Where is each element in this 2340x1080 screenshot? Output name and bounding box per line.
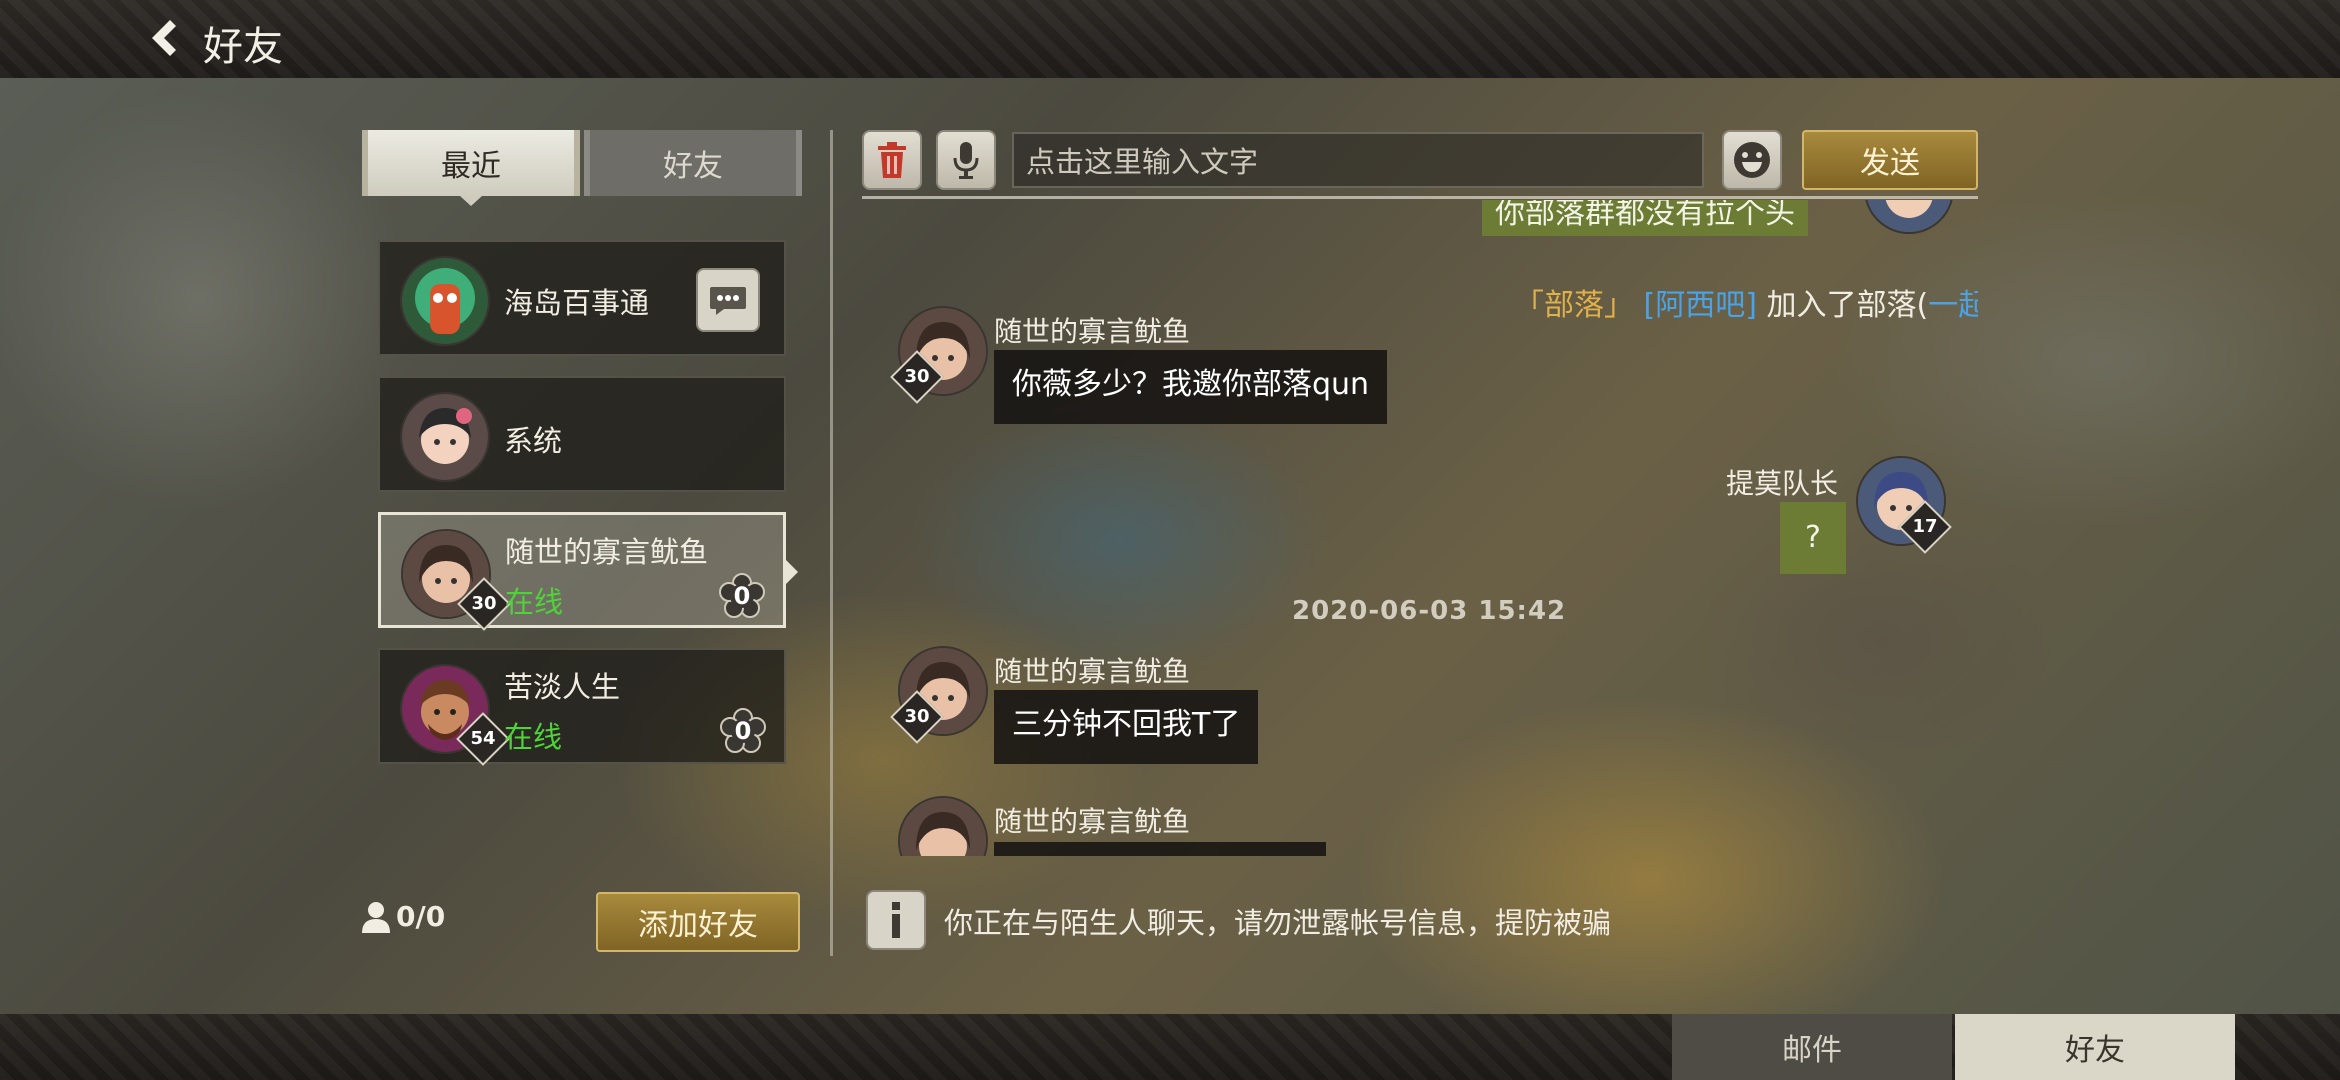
tab-mail[interactable]: 邮件: [1672, 1014, 1952, 1080]
message-bubble-partial: 你部落群都没有拉个头: [1482, 200, 1808, 236]
delete-button[interactable]: [862, 130, 922, 190]
send-button[interactable]: 发送: [1802, 130, 1978, 190]
online-status: 在线: [504, 720, 563, 754]
chat-history[interactable]: 你部落群都没有拉个头 「部落」 [阿西吧] 加入了部落(一起欢迎吧~) 30 随…: [862, 200, 1978, 856]
tab-friends[interactable]: 好友: [584, 130, 802, 196]
avatar: [400, 392, 490, 482]
flower-count-badge: 0: [720, 708, 766, 754]
contact-item-island-guide[interactable]: 海岛百事通: [378, 240, 786, 356]
message-bubble-partial: [994, 842, 1326, 856]
contact-item-system[interactable]: 系统: [378, 376, 786, 492]
microphone-icon: [953, 142, 979, 179]
message-sender: 随世的寡言鱿鱼: [994, 655, 1191, 688]
message-bubble: ?: [1780, 502, 1846, 574]
voice-button[interactable]: [936, 130, 996, 190]
guild-tag: 「部落」: [1514, 288, 1634, 323]
message-bubble: 三分钟不回我T了: [994, 690, 1259, 764]
active-tab-pointer: [460, 196, 482, 206]
tab-recent[interactable]: 最近: [362, 130, 580, 196]
avatar: [400, 256, 490, 346]
message-sender: 提莫队长: [1726, 467, 1839, 500]
message-avatar[interactable]: [898, 796, 988, 856]
page-title: 好友: [203, 24, 283, 70]
message-sender: 随世的寡言鱿鱼: [994, 315, 1191, 348]
message-timestamp: 2020-06-03 15:42: [1292, 596, 1567, 626]
trash-icon: [878, 142, 906, 178]
message-bubble: 你薇多少？我邀你部落qun: [994, 350, 1388, 424]
contact-item-selected[interactable]: 30 随世的寡言鱿鱼 在线 0: [378, 512, 786, 631]
contact-item-bitter-life[interactable]: 54 苦淡人生 在线 0: [378, 648, 786, 766]
contact-name: 海岛百事通: [504, 286, 650, 320]
panel-divider: [830, 130, 833, 956]
person-icon: [362, 901, 390, 933]
player-tag[interactable]: [阿西吧]: [1644, 288, 1757, 323]
add-friend-button[interactable]: 添加好友: [596, 892, 800, 952]
welcome-link[interactable]: 一起欢迎吧~: [1928, 288, 1978, 323]
flower-count-badge: 0: [719, 573, 765, 619]
contact-name: 系统: [504, 424, 563, 458]
info-icon: [866, 890, 926, 950]
system-join-message: 「部落」 [阿西吧] 加入了部落(一起欢迎吧~): [1514, 280, 1978, 324]
safety-notice: 你正在与陌生人聊天，请勿泄露帐号信息，提防被骗: [944, 906, 1612, 940]
back-chevron-icon[interactable]: [140, 14, 188, 62]
smiley-icon: [1734, 142, 1770, 178]
friend-count-value: 0/0: [396, 900, 446, 933]
message-bubble-icon[interactable]: [696, 268, 760, 332]
join-text: 加入了部落(: [1766, 288, 1929, 323]
message-sender: 随世的寡言鱿鱼: [994, 805, 1191, 838]
selected-indicator-arrow: [786, 560, 798, 584]
top-bar: 好友: [0, 0, 2340, 78]
tab-friends-bottom[interactable]: 好友: [1955, 1014, 2235, 1080]
message-avatar-partial: [1864, 200, 1954, 234]
toolbar-divider: [862, 196, 1978, 199]
contact-name: 苦淡人生: [504, 670, 621, 704]
emoji-button[interactable]: [1722, 130, 1782, 190]
contact-name: 随世的寡言鱿鱼: [505, 535, 709, 569]
chat-input[interactable]: 点击这里输入文字: [1012, 132, 1704, 188]
online-status: 在线: [505, 585, 564, 619]
friend-count: 0/0: [362, 900, 445, 933]
